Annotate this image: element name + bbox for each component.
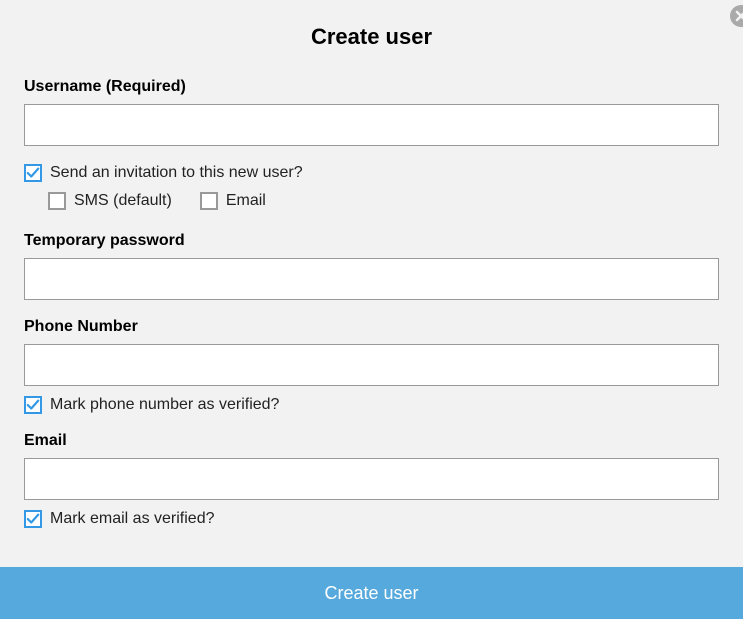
create-user-button[interactable]: Create user — [0, 567, 743, 619]
page-title: Create user — [24, 24, 719, 50]
verify-phone-row: Mark phone number as verified? — [24, 396, 719, 414]
temp-password-input[interactable] — [24, 258, 719, 300]
email-invite-item: Email — [200, 192, 266, 210]
close-icon[interactable] — [719, 4, 743, 28]
verify-phone-checkbox[interactable] — [24, 396, 42, 414]
username-group: Username (Required) — [24, 78, 719, 146]
username-input[interactable] — [24, 104, 719, 146]
email-group: Email Mark email as verified? — [24, 432, 719, 528]
email-invite-label: Email — [226, 192, 266, 210]
invitation-block: Send an invitation to this new user? SMS… — [24, 164, 719, 210]
verify-phone-label: Mark phone number as verified? — [50, 396, 279, 414]
email-input[interactable] — [24, 458, 719, 500]
phone-label: Phone Number — [24, 318, 719, 336]
sms-checkbox[interactable] — [48, 192, 66, 210]
send-invitation-row: Send an invitation to this new user? — [24, 164, 719, 182]
temp-password-group: Temporary password — [24, 232, 719, 300]
email-invite-checkbox[interactable] — [200, 192, 218, 210]
sms-label: SMS (default) — [74, 192, 172, 210]
verify-email-row: Mark email as verified? — [24, 510, 719, 528]
phone-group: Phone Number Mark phone number as verifi… — [24, 318, 719, 414]
email-label: Email — [24, 432, 719, 450]
temp-password-label: Temporary password — [24, 232, 719, 250]
send-invitation-label: Send an invitation to this new user? — [50, 164, 303, 182]
verify-email-checkbox[interactable] — [24, 510, 42, 528]
invitation-methods-row: SMS (default) Email — [48, 192, 719, 210]
verify-email-label: Mark email as verified? — [50, 510, 215, 528]
create-user-form: Create user Username (Required) Send an … — [0, 0, 743, 528]
phone-input[interactable] — [24, 344, 719, 386]
username-label: Username (Required) — [24, 78, 719, 96]
send-invitation-checkbox[interactable] — [24, 164, 42, 182]
sms-item: SMS (default) — [48, 192, 172, 210]
